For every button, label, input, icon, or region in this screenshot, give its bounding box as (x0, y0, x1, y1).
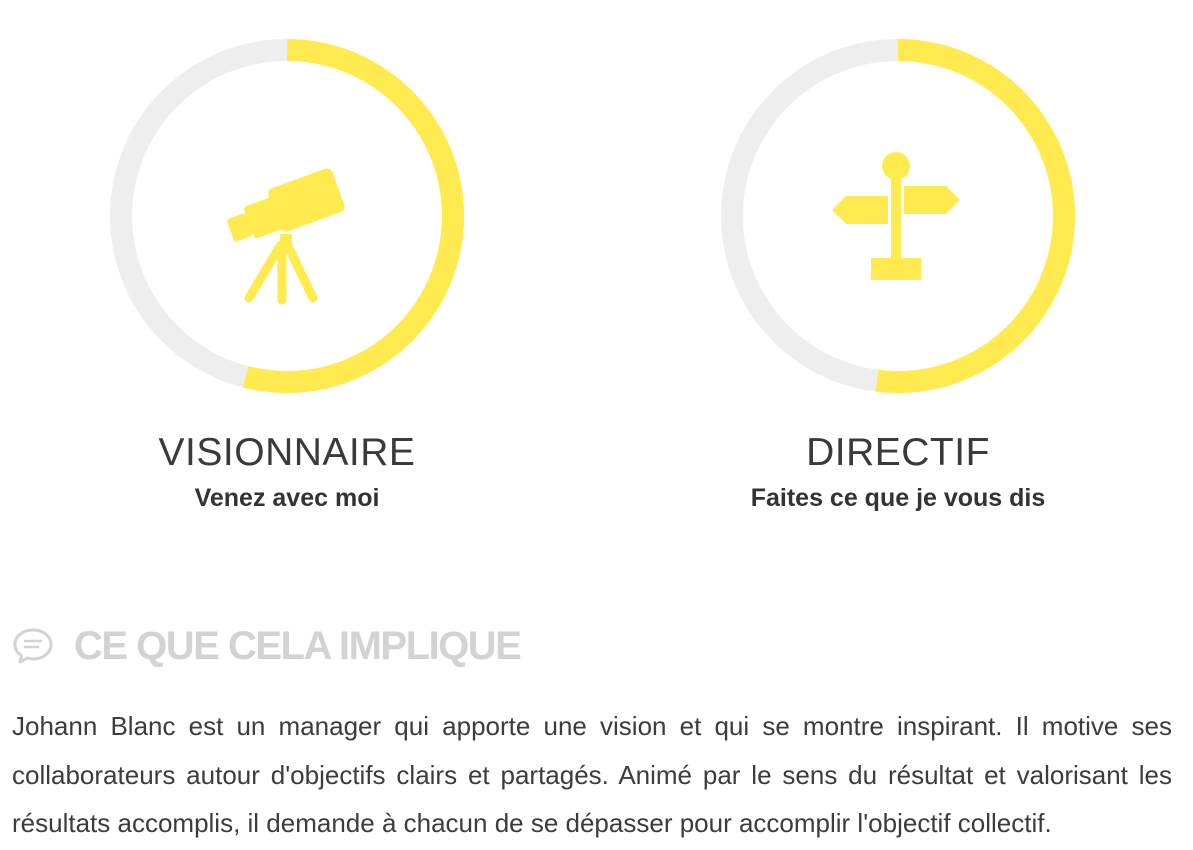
progress-ring-svg (110, 39, 464, 393)
telescope-icon (227, 168, 345, 305)
profile-motto: Venez avec moi (194, 484, 380, 512)
section-description: Johann Blanc est un manager qui apporte … (12, 711, 1172, 838)
profile-card-visionnaire: VISIONNAIRE Venez avec moi (107, 36, 467, 514)
profile-motto: Faites ce que je vous dis (750, 484, 1046, 512)
section-title: CE QUE CELA IMPLIQUE (74, 624, 522, 668)
section-heading: CE QUE CELA IMPLIQUE (12, 618, 522, 674)
speech-bubble-icon (13, 628, 53, 664)
profile-name: DIRECTIF (806, 431, 990, 474)
progress-ring-svg (721, 39, 1075, 393)
progress-ring (718, 36, 1078, 396)
progress-ring (107, 36, 467, 396)
signpost-icon (832, 152, 960, 280)
profile-name: VISIONNAIRE (158, 431, 416, 474)
profile-card-directif: DIRECTIF Faites ce que je vous dis (718, 36, 1078, 514)
